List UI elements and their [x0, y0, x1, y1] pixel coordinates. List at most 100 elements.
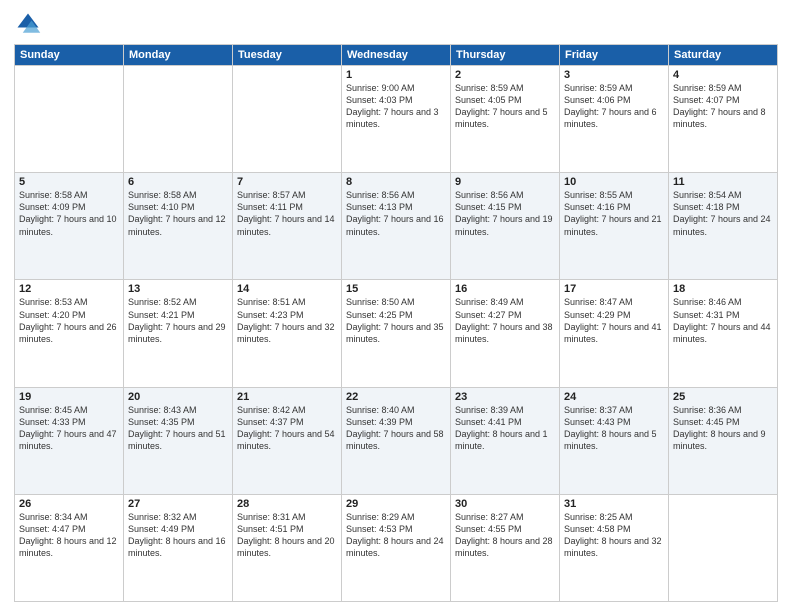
- calendar-cell: 16Sunrise: 8:49 AM Sunset: 4:27 PM Dayli…: [451, 280, 560, 387]
- calendar-cell: 14Sunrise: 8:51 AM Sunset: 4:23 PM Dayli…: [233, 280, 342, 387]
- page: SundayMondayTuesdayWednesdayThursdayFrid…: [0, 0, 792, 612]
- day-info: Sunrise: 8:42 AM Sunset: 4:37 PM Dayligh…: [237, 404, 337, 453]
- day-number: 31: [564, 498, 664, 510]
- day-number: 1: [346, 69, 446, 81]
- calendar-week-row: 1Sunrise: 9:00 AM Sunset: 4:03 PM Daylig…: [15, 66, 778, 173]
- calendar-cell: 22Sunrise: 8:40 AM Sunset: 4:39 PM Dayli…: [342, 387, 451, 494]
- day-number: 18: [673, 283, 773, 295]
- calendar-cell: 5Sunrise: 8:58 AM Sunset: 4:09 PM Daylig…: [15, 173, 124, 280]
- day-info: Sunrise: 8:36 AM Sunset: 4:45 PM Dayligh…: [673, 404, 773, 453]
- day-info: Sunrise: 8:47 AM Sunset: 4:29 PM Dayligh…: [564, 296, 664, 345]
- calendar-cell: 23Sunrise: 8:39 AM Sunset: 4:41 PM Dayli…: [451, 387, 560, 494]
- day-info: Sunrise: 8:56 AM Sunset: 4:13 PM Dayligh…: [346, 189, 446, 238]
- calendar-cell: 31Sunrise: 8:25 AM Sunset: 4:58 PM Dayli…: [560, 494, 669, 601]
- calendar-cell: 8Sunrise: 8:56 AM Sunset: 4:13 PM Daylig…: [342, 173, 451, 280]
- day-number: 25: [673, 391, 773, 403]
- day-info: Sunrise: 8:32 AM Sunset: 4:49 PM Dayligh…: [128, 511, 228, 560]
- calendar-cell: 28Sunrise: 8:31 AM Sunset: 4:51 PM Dayli…: [233, 494, 342, 601]
- calendar-cell: 29Sunrise: 8:29 AM Sunset: 4:53 PM Dayli…: [342, 494, 451, 601]
- weekday-header: Wednesday: [342, 45, 451, 66]
- day-number: 3: [564, 69, 664, 81]
- calendar-cell: 6Sunrise: 8:58 AM Sunset: 4:10 PM Daylig…: [124, 173, 233, 280]
- day-info: Sunrise: 8:58 AM Sunset: 4:09 PM Dayligh…: [19, 189, 119, 238]
- day-number: 9: [455, 176, 555, 188]
- day-info: Sunrise: 8:59 AM Sunset: 4:05 PM Dayligh…: [455, 82, 555, 131]
- day-number: 13: [128, 283, 228, 295]
- calendar-cell: 4Sunrise: 8:59 AM Sunset: 4:07 PM Daylig…: [669, 66, 778, 173]
- calendar-table: SundayMondayTuesdayWednesdayThursdayFrid…: [14, 44, 778, 602]
- calendar-week-row: 12Sunrise: 8:53 AM Sunset: 4:20 PM Dayli…: [15, 280, 778, 387]
- day-number: 14: [237, 283, 337, 295]
- calendar-week-row: 19Sunrise: 8:45 AM Sunset: 4:33 PM Dayli…: [15, 387, 778, 494]
- day-number: 8: [346, 176, 446, 188]
- logo: [14, 10, 46, 38]
- day-info: Sunrise: 8:53 AM Sunset: 4:20 PM Dayligh…: [19, 296, 119, 345]
- day-info: Sunrise: 8:40 AM Sunset: 4:39 PM Dayligh…: [346, 404, 446, 453]
- day-info: Sunrise: 8:55 AM Sunset: 4:16 PM Dayligh…: [564, 189, 664, 238]
- calendar-cell: [669, 494, 778, 601]
- day-number: 12: [19, 283, 119, 295]
- calendar-cell: 9Sunrise: 8:56 AM Sunset: 4:15 PM Daylig…: [451, 173, 560, 280]
- day-number: 17: [564, 283, 664, 295]
- calendar-cell: 12Sunrise: 8:53 AM Sunset: 4:20 PM Dayli…: [15, 280, 124, 387]
- day-info: Sunrise: 8:43 AM Sunset: 4:35 PM Dayligh…: [128, 404, 228, 453]
- weekday-header: Sunday: [15, 45, 124, 66]
- day-info: Sunrise: 8:59 AM Sunset: 4:06 PM Dayligh…: [564, 82, 664, 131]
- calendar-cell: [124, 66, 233, 173]
- calendar-week-row: 5Sunrise: 8:58 AM Sunset: 4:09 PM Daylig…: [15, 173, 778, 280]
- day-info: Sunrise: 8:50 AM Sunset: 4:25 PM Dayligh…: [346, 296, 446, 345]
- day-number: 6: [128, 176, 228, 188]
- day-info: Sunrise: 8:49 AM Sunset: 4:27 PM Dayligh…: [455, 296, 555, 345]
- day-info: Sunrise: 8:46 AM Sunset: 4:31 PM Dayligh…: [673, 296, 773, 345]
- day-number: 24: [564, 391, 664, 403]
- calendar-cell: 13Sunrise: 8:52 AM Sunset: 4:21 PM Dayli…: [124, 280, 233, 387]
- day-info: Sunrise: 8:25 AM Sunset: 4:58 PM Dayligh…: [564, 511, 664, 560]
- calendar-cell: 25Sunrise: 8:36 AM Sunset: 4:45 PM Dayli…: [669, 387, 778, 494]
- header-row: SundayMondayTuesdayWednesdayThursdayFrid…: [15, 45, 778, 66]
- calendar-cell: 11Sunrise: 8:54 AM Sunset: 4:18 PM Dayli…: [669, 173, 778, 280]
- weekday-header: Thursday: [451, 45, 560, 66]
- day-info: Sunrise: 8:51 AM Sunset: 4:23 PM Dayligh…: [237, 296, 337, 345]
- calendar-cell: 20Sunrise: 8:43 AM Sunset: 4:35 PM Dayli…: [124, 387, 233, 494]
- day-number: 26: [19, 498, 119, 510]
- day-number: 4: [673, 69, 773, 81]
- logo-icon: [14, 10, 42, 38]
- calendar-cell: [233, 66, 342, 173]
- calendar-cell: 2Sunrise: 8:59 AM Sunset: 4:05 PM Daylig…: [451, 66, 560, 173]
- weekday-header: Monday: [124, 45, 233, 66]
- calendar-cell: 1Sunrise: 9:00 AM Sunset: 4:03 PM Daylig…: [342, 66, 451, 173]
- day-info: Sunrise: 8:39 AM Sunset: 4:41 PM Dayligh…: [455, 404, 555, 453]
- header: [14, 10, 778, 38]
- calendar-cell: 17Sunrise: 8:47 AM Sunset: 4:29 PM Dayli…: [560, 280, 669, 387]
- day-number: 22: [346, 391, 446, 403]
- day-info: Sunrise: 8:59 AM Sunset: 4:07 PM Dayligh…: [673, 82, 773, 131]
- day-info: Sunrise: 9:00 AM Sunset: 4:03 PM Dayligh…: [346, 82, 446, 131]
- day-number: 5: [19, 176, 119, 188]
- day-number: 28: [237, 498, 337, 510]
- calendar-cell: [15, 66, 124, 173]
- day-number: 20: [128, 391, 228, 403]
- day-info: Sunrise: 8:37 AM Sunset: 4:43 PM Dayligh…: [564, 404, 664, 453]
- weekday-header: Saturday: [669, 45, 778, 66]
- day-number: 11: [673, 176, 773, 188]
- day-info: Sunrise: 8:58 AM Sunset: 4:10 PM Dayligh…: [128, 189, 228, 238]
- calendar-cell: 3Sunrise: 8:59 AM Sunset: 4:06 PM Daylig…: [560, 66, 669, 173]
- weekday-header: Friday: [560, 45, 669, 66]
- calendar-week-row: 26Sunrise: 8:34 AM Sunset: 4:47 PM Dayli…: [15, 494, 778, 601]
- day-info: Sunrise: 8:31 AM Sunset: 4:51 PM Dayligh…: [237, 511, 337, 560]
- day-number: 30: [455, 498, 555, 510]
- day-number: 21: [237, 391, 337, 403]
- day-info: Sunrise: 8:34 AM Sunset: 4:47 PM Dayligh…: [19, 511, 119, 560]
- day-number: 19: [19, 391, 119, 403]
- day-info: Sunrise: 8:45 AM Sunset: 4:33 PM Dayligh…: [19, 404, 119, 453]
- calendar-cell: 7Sunrise: 8:57 AM Sunset: 4:11 PM Daylig…: [233, 173, 342, 280]
- calendar-cell: 19Sunrise: 8:45 AM Sunset: 4:33 PM Dayli…: [15, 387, 124, 494]
- day-info: Sunrise: 8:29 AM Sunset: 4:53 PM Dayligh…: [346, 511, 446, 560]
- day-info: Sunrise: 8:54 AM Sunset: 4:18 PM Dayligh…: [673, 189, 773, 238]
- day-number: 7: [237, 176, 337, 188]
- day-info: Sunrise: 8:57 AM Sunset: 4:11 PM Dayligh…: [237, 189, 337, 238]
- day-number: 23: [455, 391, 555, 403]
- calendar-cell: 18Sunrise: 8:46 AM Sunset: 4:31 PM Dayli…: [669, 280, 778, 387]
- calendar-cell: 30Sunrise: 8:27 AM Sunset: 4:55 PM Dayli…: [451, 494, 560, 601]
- calendar-cell: 27Sunrise: 8:32 AM Sunset: 4:49 PM Dayli…: [124, 494, 233, 601]
